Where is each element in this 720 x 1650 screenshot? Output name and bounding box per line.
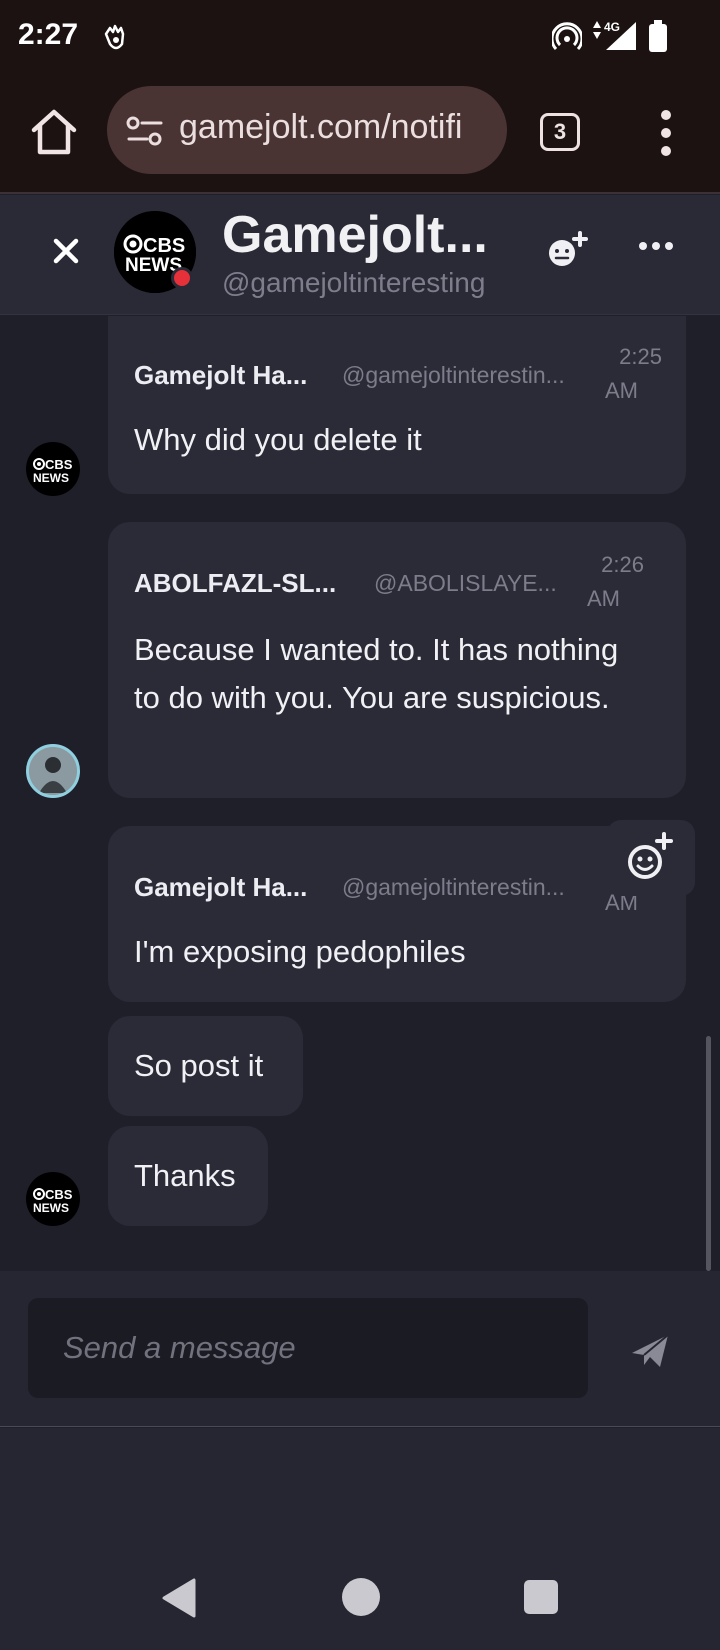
home-nav-icon[interactable] xyxy=(342,1578,380,1616)
svg-text:CBS: CBS xyxy=(143,235,185,257)
message-author-handle: @gamejoltinterestin... xyxy=(342,362,565,388)
message-author-handle: @ABOLISLAYE... xyxy=(374,570,557,596)
chat-header: CBS NEWS Gamejolt... @gamejoltinterestin… xyxy=(0,195,720,315)
system-navigation-bar xyxy=(0,1428,720,1650)
address-bar[interactable]: gamejolt.com/notifi xyxy=(107,86,507,174)
message-timestamp: 2:26 AM xyxy=(587,552,644,611)
svg-text:NEWS: NEWS xyxy=(33,1201,69,1215)
svg-text:CBS: CBS xyxy=(45,457,73,472)
message-text: So post it xyxy=(134,1048,264,1083)
message-author[interactable]: ABOLFAZL-SL... xyxy=(134,568,336,599)
status-time: 2:27 xyxy=(18,18,79,51)
add-emoji-icon xyxy=(628,832,673,879)
message-text: Thanks xyxy=(134,1158,236,1193)
signal-icon: 4G xyxy=(593,20,636,50)
send-icon[interactable] xyxy=(630,1333,670,1369)
message-text: Why did you delete it xyxy=(134,422,422,457)
svg-text:NEWS: NEWS xyxy=(33,471,69,485)
add-friend-icon[interactable] xyxy=(545,229,589,273)
message-bubble[interactable]: So post it xyxy=(108,1016,303,1116)
message-timestamp: 2:25 AM xyxy=(605,344,662,403)
sender-avatar[interactable]: CBS NEWS xyxy=(26,1172,80,1226)
browser-menu-icon[interactable] xyxy=(656,108,676,158)
site-settings-icon[interactable] xyxy=(125,114,165,148)
message-bubble[interactable]: Gamejolt Ha... @gamejoltinterestin... 2:… xyxy=(108,316,686,494)
sender-avatar[interactable] xyxy=(26,744,80,798)
svg-text:CBS: CBS xyxy=(45,1187,73,1202)
close-icon[interactable] xyxy=(48,233,84,269)
chat-title[interactable]: Gamejolt... xyxy=(222,205,492,265)
scrollbar[interactable] xyxy=(706,1036,711,1271)
online-status-dot xyxy=(171,267,193,289)
tab-switcher-button[interactable]: 3 xyxy=(540,113,580,151)
network-type: 4G xyxy=(604,20,620,34)
status-bar: 2:27 4G xyxy=(0,0,720,74)
browser-toolbar: gamejolt.com/notifi 3 xyxy=(0,74,720,194)
message-author-handle: @gamejoltinterestin... xyxy=(342,874,565,900)
message-bubble[interactable]: Gamejolt Ha... @gamejoltinterestin... 2 … xyxy=(108,826,686,1002)
back-icon[interactable] xyxy=(160,1578,196,1618)
message-composer xyxy=(0,1271,720,1427)
chat-handle: @gamejoltinteresting xyxy=(222,267,486,298)
cbs-logo-icon: CBS NEWS xyxy=(33,457,73,485)
message-text: I'm exposing pedophiles xyxy=(134,934,466,969)
message-text: Because I wanted to. It has nothing to d… xyxy=(134,632,619,715)
message-author[interactable]: Gamejolt Ha... xyxy=(134,872,307,903)
home-icon[interactable] xyxy=(28,106,80,158)
recents-icon[interactable] xyxy=(524,1580,558,1614)
message-bubble[interactable]: Thanks xyxy=(108,1126,268,1226)
message-list[interactable]: Gamejolt Ha... @gamejoltinterestin... 2:… xyxy=(0,316,720,1271)
message-bubble[interactable]: ABOLFAZL-SL... @ABOLISLAYE... 2:26 AM Be… xyxy=(108,522,686,798)
message-input[interactable] xyxy=(28,1298,588,1398)
battery-icon xyxy=(649,20,667,52)
hotspot-icon xyxy=(552,22,582,51)
add-reaction-button[interactable] xyxy=(607,820,695,896)
sender-avatar[interactable]: CBS NEWS xyxy=(26,442,80,496)
url-text[interactable]: gamejolt.com/notifi xyxy=(179,108,497,147)
more-options-icon[interactable] xyxy=(638,239,674,253)
cbs-logo-icon: CBS NEWS xyxy=(33,1187,73,1215)
user-avatar-image xyxy=(29,747,77,795)
message-author[interactable]: Gamejolt Ha... xyxy=(134,360,307,391)
vpn-hand-icon xyxy=(104,24,125,50)
